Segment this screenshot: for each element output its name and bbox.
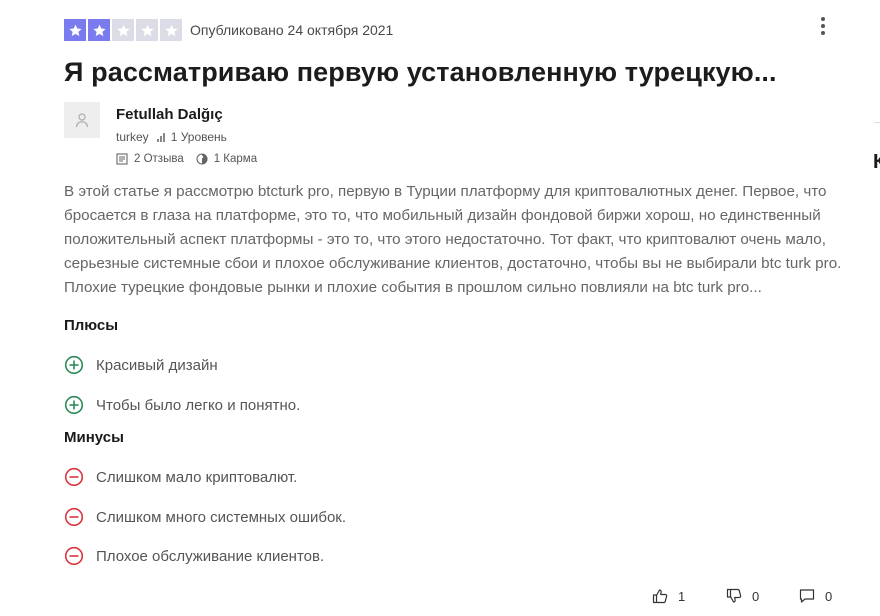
- dislikes-count: 0: [752, 588, 760, 604]
- author-stats: 2 Отзыва 1 Карма: [116, 153, 257, 165]
- author-karma: 1 Карма: [213, 153, 258, 165]
- karma-icon: [196, 153, 208, 165]
- level-icon: [156, 132, 165, 142]
- author-name[interactable]: Fetullah Dalğıç: [116, 106, 223, 123]
- review-header: Опубликовано 24 октября 2021: [64, 19, 393, 41]
- star-icon: [88, 19, 110, 41]
- pros-title: Плюсы: [64, 317, 119, 334]
- comment-icon[interactable]: [799, 588, 815, 604]
- avatar[interactable]: [64, 102, 100, 138]
- star-icon: [160, 19, 182, 41]
- dislike-action[interactable]: 0: [726, 586, 759, 606]
- author-country: turkey: [116, 130, 149, 144]
- published-date: Опубликовано 24 октября 2021: [190, 22, 394, 38]
- like-action[interactable]: 1: [652, 586, 685, 606]
- star-icon: [64, 19, 86, 41]
- cons-item: Слишком много системных ошибок.: [64, 507, 346, 527]
- review-text[interactable]: В этой статье я рассмотрю btcturk pro, п…: [64, 180, 844, 300]
- more-options-icon[interactable]: [812, 15, 834, 37]
- cons-item: Слишком мало криптовалют.: [64, 467, 297, 487]
- sidebar-divider: [874, 122, 880, 123]
- cons-item-text: Слишком мало криптовалют.: [96, 468, 298, 486]
- plus-circle-icon: [64, 355, 84, 375]
- author-reviews-count: 2 Отзыва: [134, 153, 184, 165]
- review-card: Опубликовано 24 октября 2021 Я рассматри…: [0, 0, 850, 616]
- cons-item: Плохое обслуживание клиентов.: [64, 546, 324, 566]
- comment-action[interactable]: 0: [799, 586, 832, 606]
- thumbs-down-icon[interactable]: [726, 588, 742, 604]
- comments-count: 0: [825, 588, 833, 604]
- review-title[interactable]: Я рассматриваю первую установленную туре…: [64, 57, 777, 88]
- cons-item-text: Слишком много системных ошибок.: [96, 508, 347, 526]
- likes-count: 1: [678, 588, 686, 604]
- star-rating: [64, 19, 182, 41]
- minus-circle-icon: [64, 546, 84, 566]
- user-icon: [75, 113, 89, 128]
- sidebar-heading-partial: К: [873, 151, 880, 173]
- pros-item: Красивый дизайн: [64, 355, 218, 375]
- reviews-icon: [116, 153, 128, 165]
- plus-circle-icon: [64, 395, 84, 415]
- star-icon: [112, 19, 134, 41]
- pros-item: Чтобы было легко и понятно.: [64, 395, 300, 415]
- thumbs-up-icon[interactable]: [652, 588, 668, 604]
- cons-item-text: Плохое обслуживание клиентов.: [96, 547, 325, 565]
- cons-title: Минусы: [64, 429, 124, 446]
- minus-circle-icon: [64, 507, 84, 527]
- author-level: 1 Уровень: [170, 130, 227, 144]
- pros-item-text: Чтобы было легко и понятно.: [96, 396, 301, 414]
- pros-item-text: Красивый дизайн: [96, 356, 218, 374]
- minus-circle-icon: [64, 467, 84, 487]
- author-meta: turkey 1 Уровень: [116, 130, 227, 144]
- star-icon: [136, 19, 158, 41]
